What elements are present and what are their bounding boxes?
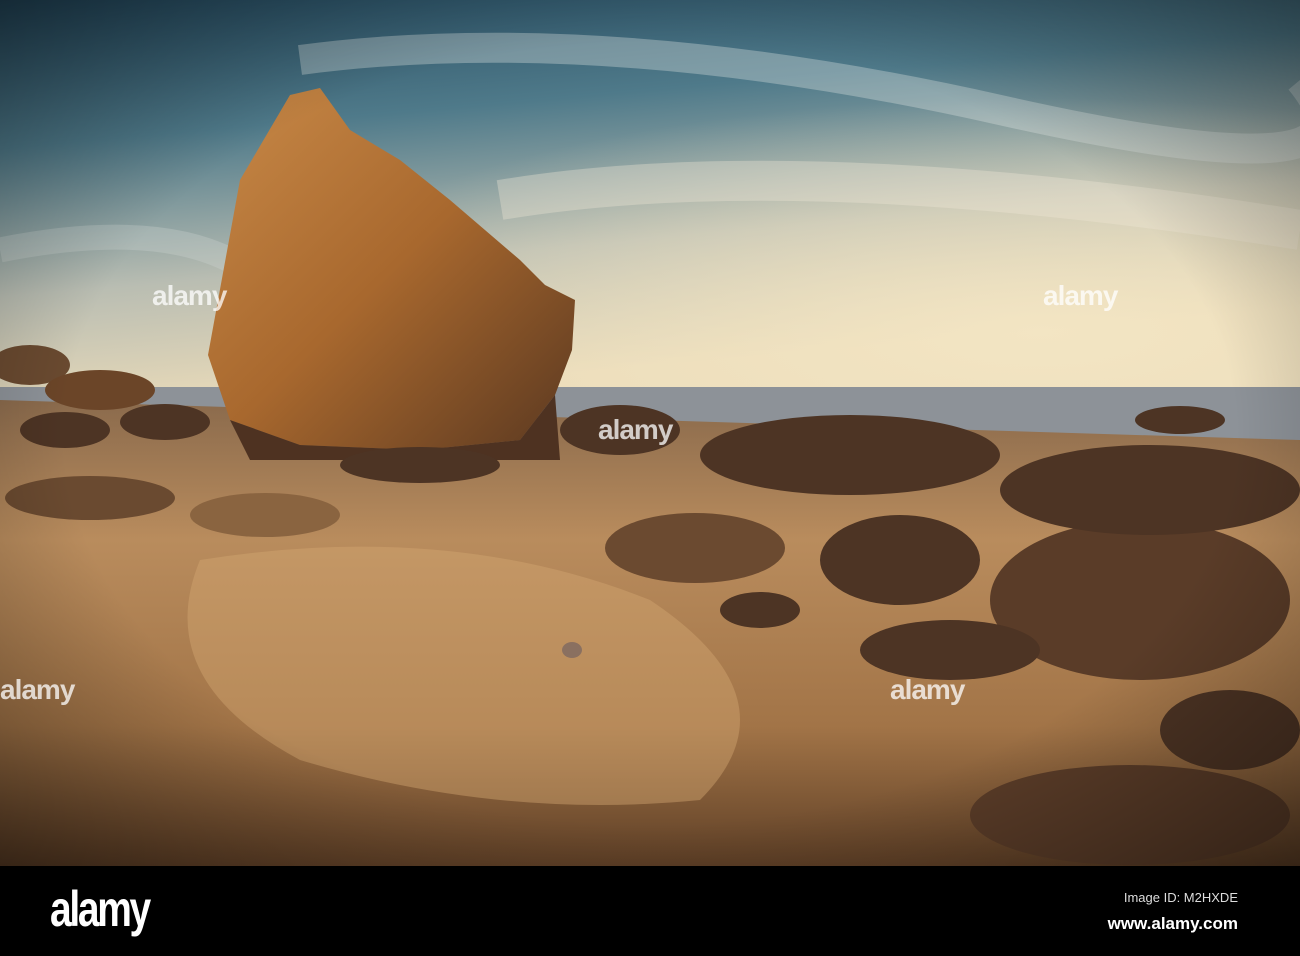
website-link[interactable]: www.alamy.com [1108, 914, 1238, 934]
watermark: alamy [0, 674, 75, 705]
watermark: alamy [1043, 280, 1118, 311]
alamy-logo: alamy [50, 881, 151, 937]
image-id: Image ID: M2HXDE [1123, 890, 1238, 905]
watermark: alamy [598, 414, 673, 445]
watermark: alamy [152, 280, 227, 311]
footer-bar: alamy Image ID: M2HXDE www.alamy.com [0, 866, 1300, 956]
watermark: alamy [890, 674, 965, 705]
